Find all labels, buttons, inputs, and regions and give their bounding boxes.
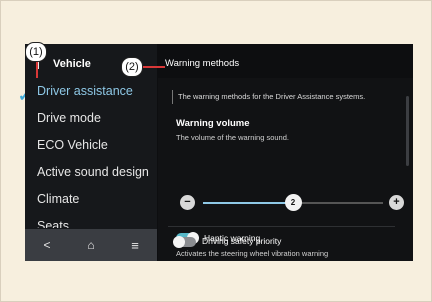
description-divider: [172, 90, 173, 104]
volume-slider-knob[interactable]: 2: [284, 194, 302, 211]
sidebar-title: Vehicle: [53, 58, 91, 70]
divider: [168, 226, 395, 227]
sidebar-menu: Driver assistance Drive mode ECO Vehicle…: [25, 78, 157, 228]
driving-safety-priority-toggle[interactable]: [173, 236, 196, 248]
warning-volume-title: Warning volume: [176, 118, 250, 129]
settings-panel: The warning methods for the Driver Assis…: [158, 78, 413, 261]
sidebar: Vehicle Driver assistance Drive mode ECO…: [25, 44, 157, 261]
warning-volume-subtitle: The volume of the warning sound.: [176, 133, 289, 142]
sidebar-item-active-sound-design[interactable]: Active sound design: [25, 159, 157, 186]
scrollbar[interactable]: [406, 96, 409, 166]
home-icon[interactable]: ⌂: [76, 233, 106, 257]
page-title: Warning methods: [165, 58, 240, 69]
sidebar-item-drive-mode[interactable]: Drive mode: [25, 105, 157, 132]
haptic-warning-description: Activates the steering wheel vibration w…: [176, 249, 329, 258]
sidebar-item-climate[interactable]: Climate: [25, 186, 157, 213]
callout-1-pointer: [36, 62, 38, 78]
volume-plus-button[interactable]: +: [389, 195, 404, 210]
callout-2: (2): [121, 57, 143, 77]
sidebar-item-driver-assistance[interactable]: Driver assistance: [25, 78, 157, 105]
callout-1: (1): [25, 42, 47, 62]
panel-description: The warning methods for the Driver Assis…: [178, 92, 366, 101]
driving-safety-priority-label: Driving safety priority: [202, 236, 282, 246]
callout-2-pointer: [143, 66, 165, 68]
volume-slider-fill: [203, 202, 293, 204]
back-icon[interactable]: <: [32, 233, 62, 257]
toggle-knob: [173, 236, 185, 248]
volume-minus-button[interactable]: −: [180, 195, 195, 210]
sidebar-item-seats[interactable]: Seats: [25, 213, 157, 228]
infotainment-screen: Vehicle Driver assistance Drive mode ECO…: [25, 44, 413, 261]
bottom-nav-bar: < ⌂ ≡: [25, 229, 157, 261]
sidebar-item-eco-vehicle[interactable]: ECO Vehicle: [25, 132, 157, 159]
menu-icon[interactable]: ≡: [120, 233, 150, 257]
